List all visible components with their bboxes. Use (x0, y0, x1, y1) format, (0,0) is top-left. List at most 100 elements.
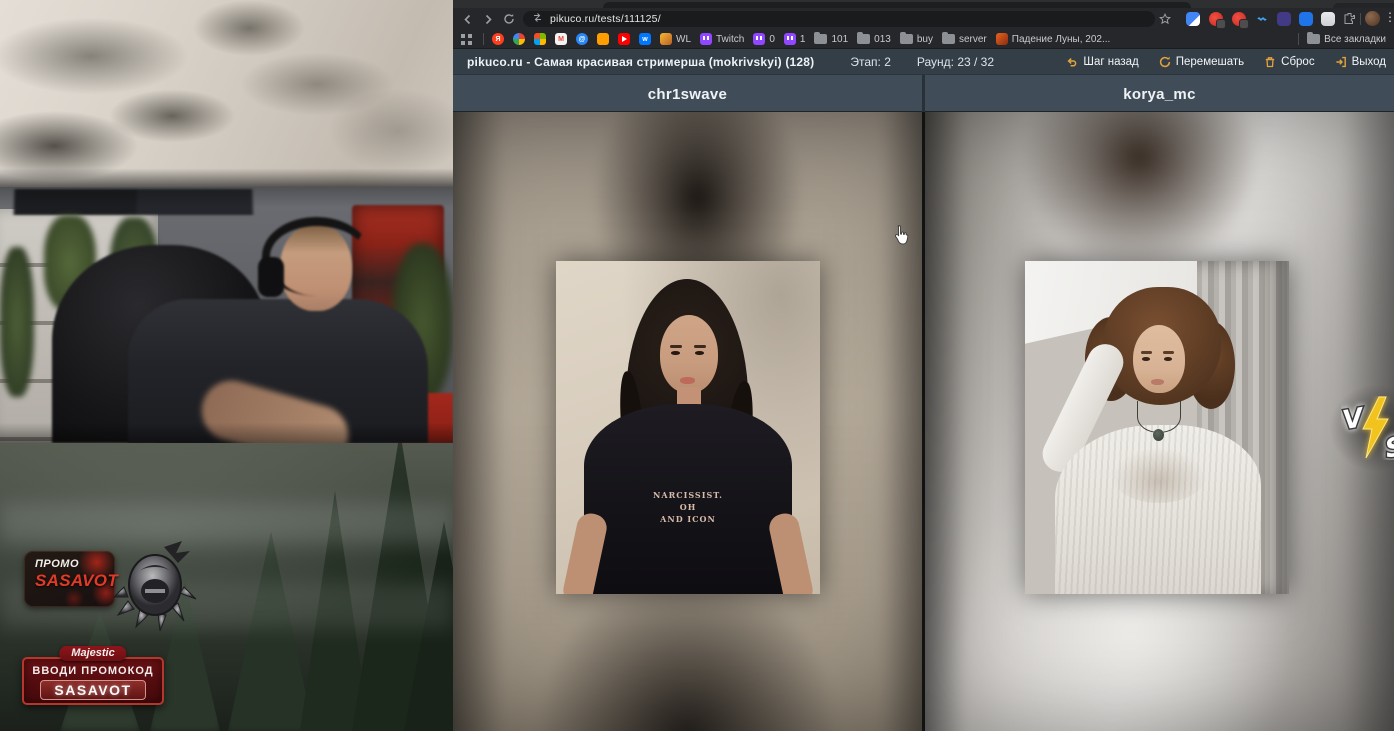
quiz-round: Раунд: 23 / 32 (916, 54, 995, 69)
fog-band (0, 503, 453, 543)
bookmark-wl[interactable]: WL (660, 33, 691, 45)
contestant-photo-right[interactable] (1025, 261, 1289, 594)
webcam-shelf (0, 209, 158, 443)
step-back-button[interactable]: Шаг назад (1066, 56, 1139, 68)
folder-icon (1307, 32, 1321, 44)
extension-icon-red-1[interactable] (1209, 12, 1226, 29)
portrait-pendant (1153, 429, 1164, 441)
shuffle-icon (1159, 56, 1170, 67)
reload-icon[interactable] (501, 11, 517, 27)
extension-icon-blue[interactable] (1299, 12, 1313, 26)
youtube-icon (618, 33, 630, 45)
toolbar-divider (1360, 13, 1361, 25)
address-bar[interactable]: pikuco.ru/tests/111125/ (523, 11, 1155, 27)
microsoft-icon (534, 33, 546, 45)
webcam-red-shelf (352, 205, 444, 333)
webcam-plant (0, 247, 34, 397)
majestic-promo-banner: Majestic ВВОДИ ПРОМОКОД SASAVOT (22, 646, 164, 705)
bookmark-twitch-1[interactable]: 1 (783, 33, 805, 45)
bookmark-mail-at[interactable]: @ (576, 33, 588, 45)
bookmark-gmail[interactable]: M (555, 33, 567, 45)
at-icon: @ (576, 33, 588, 45)
webcam-swords-decor (6, 189, 346, 215)
bookmark-folder-server[interactable]: server (941, 32, 987, 45)
shuffle-button[interactable]: Перемешать (1159, 56, 1244, 68)
scene-foggy-forest: ПРОМО SASAVOT Majestic ВВОДИ ПРОМОКОД SA… (0, 443, 453, 731)
bookmark-folder-101[interactable]: 101 (814, 32, 848, 45)
bookmark-star-icon[interactable] (1157, 11, 1173, 27)
yandex-icon: Я (492, 33, 504, 45)
translate-extension-icon[interactable] (1186, 12, 1200, 26)
contestant-name-left[interactable]: chr1swave (453, 75, 922, 113)
streamer-headphones (262, 217, 371, 296)
webcam-plant (110, 217, 158, 327)
twitch-icon (753, 33, 766, 45)
forward-icon[interactable] (480, 11, 496, 27)
trash-icon (1265, 56, 1275, 67)
url-text[interactable]: pikuco.ru/tests/111125/ (550, 13, 661, 25)
browser-menu-icon[interactable]: ⋮ (1384, 10, 1394, 24)
envelope-icon (597, 33, 609, 45)
enter-promo-label: ВВОДИ ПРОМОКОД (32, 665, 154, 677)
bookmark-yandex[interactable]: Я (492, 33, 504, 45)
streamer-head (280, 223, 352, 311)
all-bookmarks[interactable]: Все закладки (1296, 32, 1386, 45)
duel-arena: NARCISSIST. OH AND ICON (453, 112, 1394, 731)
streamer-arm (194, 373, 356, 443)
bookmark-youtube[interactable] (618, 33, 630, 45)
profile-avatar[interactable] (1365, 11, 1380, 26)
bookmarks-bar: Я M @ w WL Twitch 0 1 101 013 buy server… (453, 30, 1394, 49)
folder-icon (857, 32, 871, 44)
apps-grid-icon[interactable] (461, 33, 472, 45)
bookmark-google[interactable] (513, 33, 525, 45)
webcam-feed (0, 187, 453, 443)
webcam-plant (44, 215, 96, 311)
streamer-torso (128, 299, 428, 443)
quiz-stage: Этап: 2 (850, 54, 891, 69)
contestant-panel-right[interactable] (925, 112, 1394, 731)
twitch-icon (783, 33, 796, 45)
bookmark-vk[interactable]: w (639, 33, 651, 45)
streamer-headphone-earcup (258, 257, 284, 297)
undo-icon (1067, 57, 1077, 67)
quiz-header-bar: pikuco.ru - Самая красивая стримерша (mo… (453, 49, 1394, 74)
sound-extension-icon[interactable] (1255, 12, 1269, 26)
stream-screenshot: ПРОМО SASAVOT Majestic ВВОДИ ПРОМОКОД SA… (0, 0, 1394, 731)
contestant-name-right[interactable]: korya_mc (925, 75, 1394, 113)
exit-icon (1335, 56, 1346, 67)
browser-window: pikuco.ru/tests/111125/ ⋮ Я M @ w WL Twi… (453, 0, 1394, 731)
tshirt-text: NARCISSIST. OH AND ICON (653, 490, 723, 524)
extension-icon-red-2[interactable] (1232, 12, 1249, 29)
promo-code-box: SASAVOT (40, 680, 146, 700)
webcam-plant (392, 243, 453, 403)
bookmark-folder-013[interactable]: 013 (857, 32, 891, 45)
folder-icon (941, 32, 955, 44)
wolf-medallion-icon (112, 539, 198, 636)
folder-icon (899, 32, 913, 44)
quiz-title: pikuco.ru - Самая красивая стримерша (mo… (467, 54, 815, 69)
bookmark-moon-fall[interactable]: Падение Луны, 202... (995, 33, 1110, 45)
bookmark-twitch-0[interactable]: 0 (753, 33, 775, 45)
wl-icon (660, 33, 672, 45)
webcam-red-couch (398, 393, 453, 443)
twitch-icon (700, 33, 712, 45)
back-icon[interactable] (459, 11, 475, 27)
bookmark-microsoft[interactable] (534, 33, 546, 45)
bookmark-mail[interactable] (597, 33, 609, 45)
stream-left-column: ПРОМО SASAVOT Majestic ВВОДИ ПРОМОКОД SA… (0, 0, 453, 731)
webcam-chair (52, 245, 267, 443)
promo-label: ПРОМО (35, 558, 80, 570)
vk-icon: w (639, 33, 651, 45)
exit-button[interactable]: Выход (1335, 56, 1386, 68)
keyboard-extension-icon[interactable] (1321, 12, 1335, 26)
contestant-panel-left[interactable]: NARCISSIST. OH AND ICON (453, 112, 922, 731)
scene-snowy-mountain (0, 0, 453, 187)
bookmark-folder-buy[interactable]: buy (899, 32, 933, 45)
contestant-photo-left[interactable]: NARCISSIST. OH AND ICON (556, 261, 820, 594)
extension-icon-purple[interactable] (1277, 12, 1291, 26)
bookmark-twitch[interactable]: Twitch (700, 33, 744, 45)
extensions-puzzle-icon[interactable] (1343, 12, 1357, 26)
promo-badge: ПРОМО SASAVOT (24, 551, 118, 607)
site-info-icon[interactable] (532, 10, 543, 28)
reset-button[interactable]: Сброс (1264, 56, 1315, 68)
